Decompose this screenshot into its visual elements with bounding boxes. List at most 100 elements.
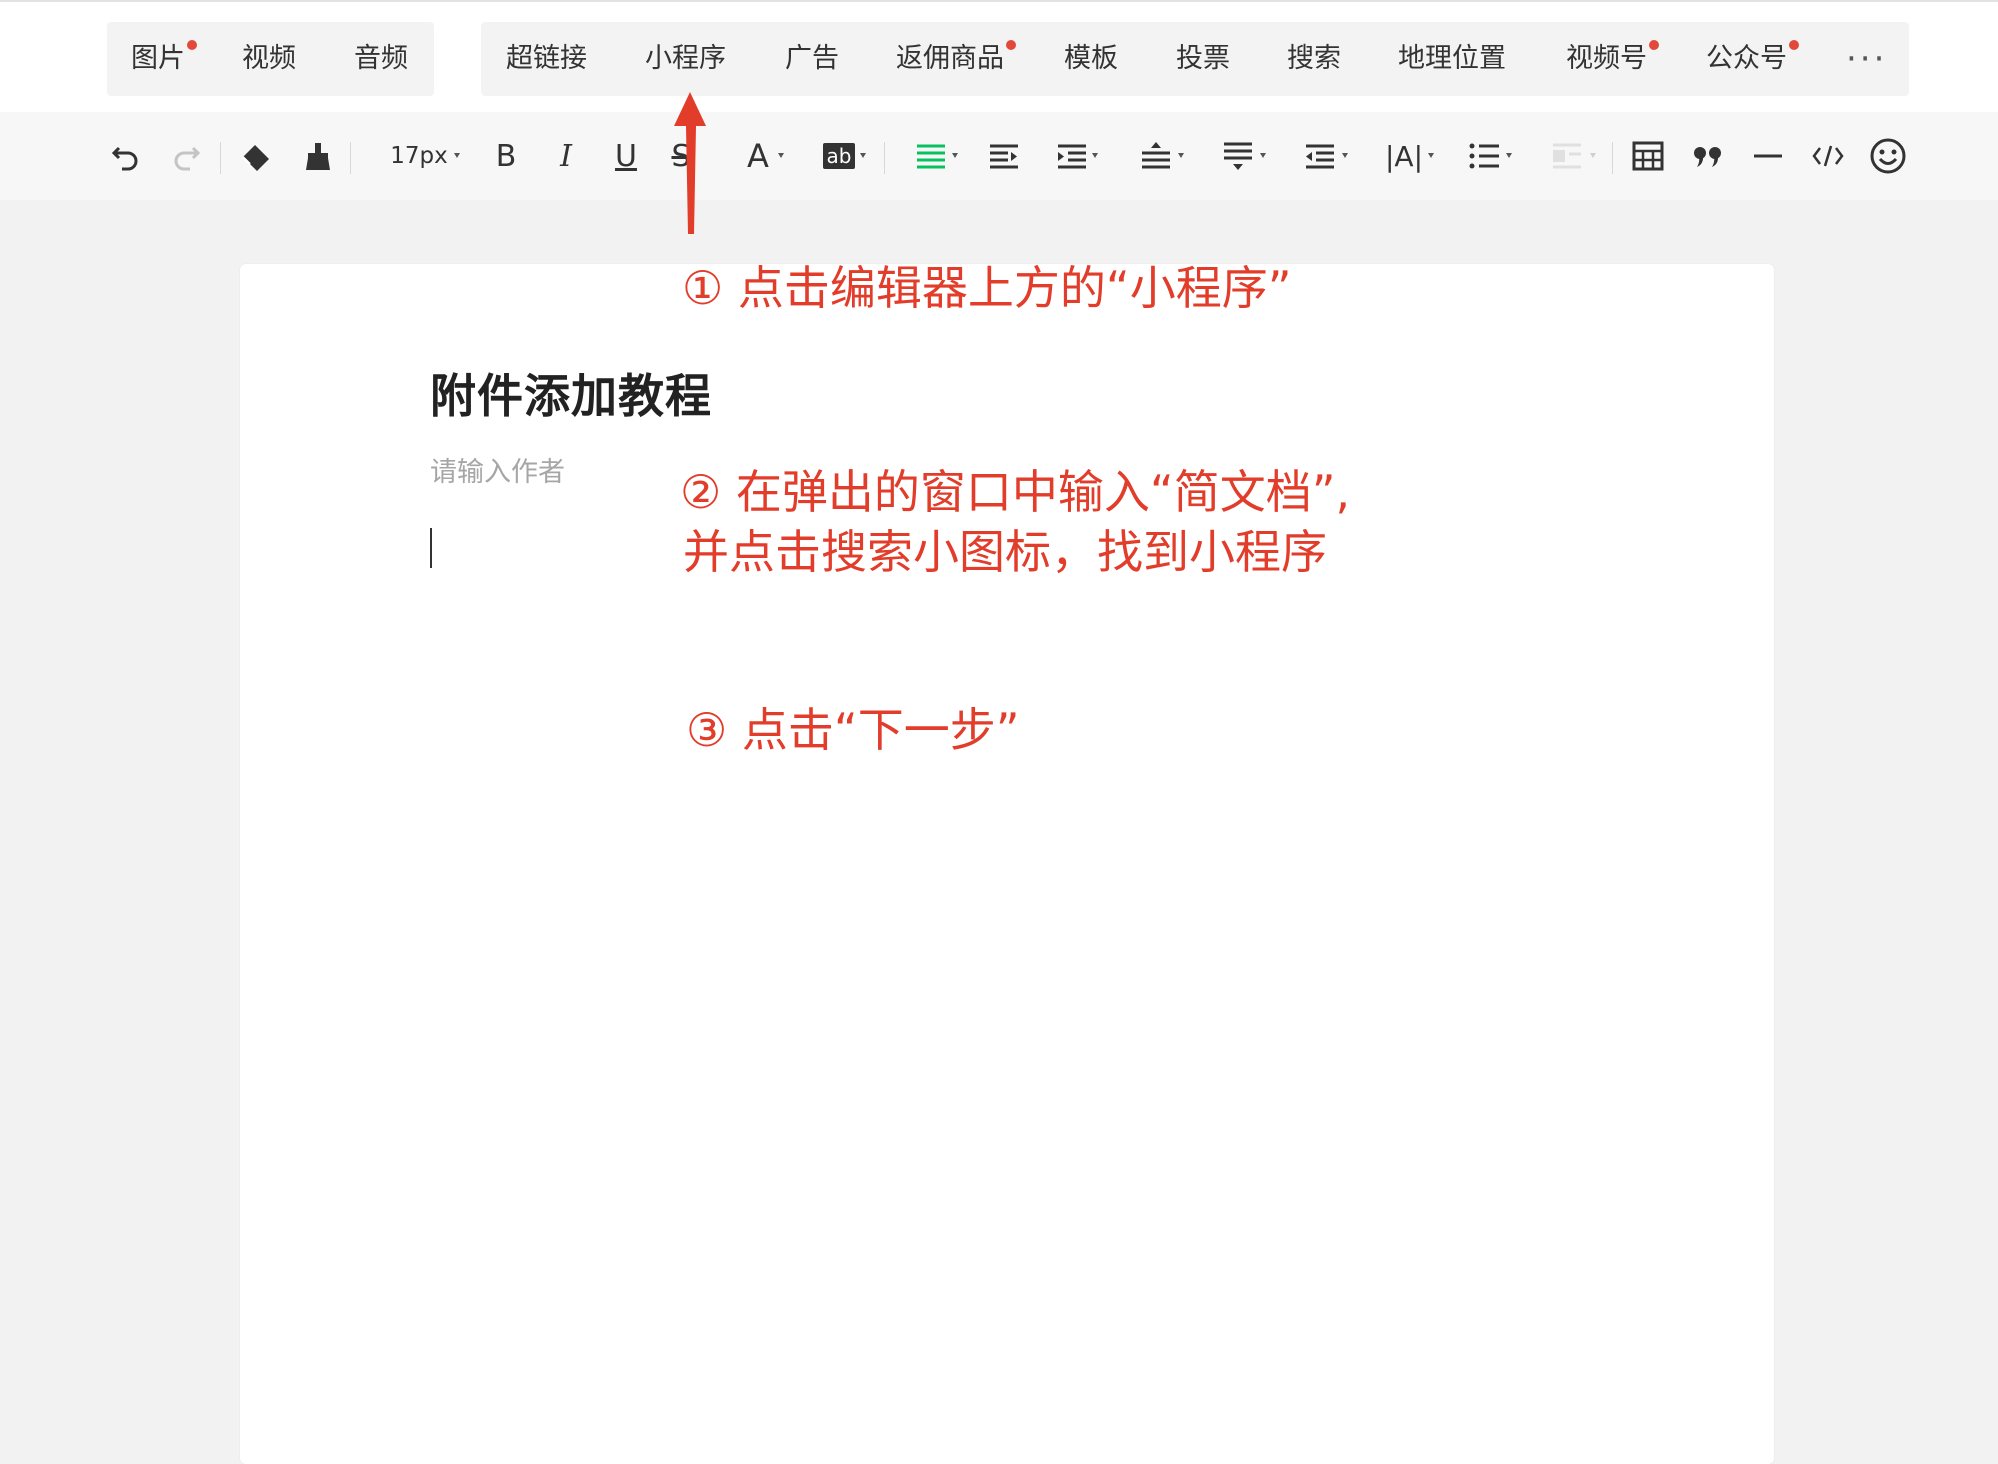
annotation-arrow-icon — [674, 92, 706, 234]
insert-location-button[interactable]: 地理位置 — [1398, 22, 1506, 96]
insert-image-label: 图片 — [131, 43, 185, 74]
insert-group-components: 超链接 小程序 广告 返佣商品 模板 投票 搜索 地理位置 视频号 公众号 ··… — [481, 22, 1909, 96]
chevron-down-icon — [778, 153, 784, 158]
undo-button[interactable] — [108, 134, 144, 178]
first-line-indent-button[interactable] — [1046, 134, 1098, 178]
insert-search-button[interactable]: 搜索 — [1287, 22, 1341, 96]
clear-format-icon — [242, 145, 269, 171]
emoji-button[interactable] — [1868, 134, 1908, 178]
insert-group-media: 图片 视频 音频 — [107, 22, 434, 96]
insert-channels-button[interactable]: 视频号 — [1566, 22, 1659, 96]
font-color-button[interactable]: A — [730, 134, 786, 178]
insert-video-label: 视频 — [242, 43, 296, 74]
code-button[interactable] — [1810, 134, 1846, 178]
insert-template-label: 模板 — [1064, 43, 1118, 74]
outdent-icon — [1306, 144, 1334, 169]
clear-format-button[interactable] — [236, 134, 276, 178]
annotation-step-2-line-1: ② 在弹出的窗口中输入“简文档”, — [680, 465, 1351, 519]
insert-hyperlink-button[interactable]: 超链接 — [506, 22, 587, 96]
new-badge-dot — [1649, 40, 1659, 50]
indent-button[interactable] — [986, 134, 1022, 178]
insert-commission-goods-button[interactable]: 返佣商品 — [896, 22, 1016, 96]
line-height-icon — [1142, 142, 1170, 169]
chevron-down-icon — [1260, 153, 1266, 158]
insert-hyperlink-label: 超链接 — [506, 43, 587, 74]
font-color-icon: A — [747, 137, 769, 175]
image-align-button[interactable] — [1538, 134, 1596, 178]
chevron-down-icon — [1178, 153, 1184, 158]
outdent-button[interactable] — [1292, 134, 1348, 178]
insert-commission-goods-label: 返佣商品 — [896, 43, 1004, 74]
font-size-value: 17px — [390, 143, 448, 169]
underline-button[interactable]: U — [610, 134, 642, 178]
quote-icon — [1694, 147, 1721, 167]
format-toolbar: 17px B I U S A ab |A| — [0, 112, 1998, 200]
italic-icon: I — [560, 138, 572, 174]
letter-spacing-icon: |A| — [1384, 139, 1424, 173]
first-line-indent-icon — [1058, 144, 1086, 169]
font-size-select[interactable]: 17px — [374, 134, 464, 178]
list-icon — [1469, 143, 1499, 169]
chevron-down-icon — [1506, 153, 1512, 158]
format-painter-icon — [306, 143, 330, 170]
chevron-down-icon — [952, 153, 958, 158]
table-icon — [1632, 141, 1664, 171]
background-color-icon: ab — [822, 143, 856, 169]
insert-bar: 图片 视频 音频 超链接 小程序 广告 返佣商品 模板 投票 搜索 地理位置 视… — [0, 0, 1998, 112]
background-color-button[interactable]: ab — [810, 134, 868, 178]
insert-search-label: 搜索 — [1287, 43, 1341, 74]
chevron-down-icon — [1342, 153, 1348, 158]
insert-audio-button[interactable]: 音频 — [354, 22, 408, 96]
toolbar-divider — [1612, 142, 1613, 174]
chevron-down-icon — [454, 153, 460, 158]
align-icon — [917, 144, 945, 169]
insert-ad-button[interactable]: 广告 — [785, 22, 839, 96]
toolbar-divider — [884, 142, 885, 174]
insert-channels-label: 视频号 — [1566, 43, 1647, 74]
redo-button[interactable] — [168, 134, 204, 178]
author-input[interactable]: 请输入作者 — [430, 450, 565, 489]
insert-miniprogram-label: 小程序 — [645, 43, 726, 74]
format-painter-button[interactable] — [298, 134, 338, 178]
insert-miniprogram-button[interactable]: 小程序 — [645, 22, 726, 96]
editor-canvas[interactable] — [240, 264, 1774, 1464]
paragraph-spacing-button[interactable] — [1210, 134, 1266, 178]
more-icon: ··· — [1846, 39, 1888, 79]
table-button[interactable] — [1630, 134, 1666, 178]
code-icon — [1812, 145, 1844, 167]
more-button[interactable]: ··· — [1846, 22, 1887, 96]
chevron-down-icon — [1428, 153, 1434, 158]
insert-image-button[interactable]: 图片 — [131, 22, 197, 96]
annotation-step-2-line-2: 并点击搜索小图标，找到小程序 — [683, 525, 1327, 579]
list-button[interactable] — [1458, 134, 1512, 178]
quote-button[interactable] — [1690, 134, 1726, 178]
underline-icon: U — [615, 138, 637, 174]
italic-button[interactable]: I — [550, 134, 582, 178]
insert-official-account-label: 公众号 — [1706, 43, 1787, 74]
emoji-icon — [1870, 138, 1906, 174]
insert-audio-label: 音频 — [354, 43, 408, 74]
letter-spacing-button[interactable]: |A| — [1374, 134, 1434, 178]
insert-template-button[interactable]: 模板 — [1064, 22, 1118, 96]
divider-button[interactable] — [1750, 134, 1786, 178]
bold-button[interactable]: B — [490, 134, 522, 178]
insert-video-button[interactable]: 视频 — [242, 22, 296, 96]
toolbar-divider — [220, 142, 221, 174]
divider-icon — [1754, 154, 1782, 158]
new-badge-dot — [1789, 40, 1799, 50]
insert-ad-label: 广告 — [785, 43, 839, 74]
chevron-down-icon — [1590, 153, 1596, 158]
undo-icon — [111, 146, 138, 171]
insert-vote-button[interactable]: 投票 — [1176, 22, 1230, 96]
chevron-down-icon — [1092, 153, 1098, 158]
align-button[interactable] — [904, 134, 958, 178]
text-cursor — [430, 528, 432, 568]
annotation-step-3: ③ 点击“下一步” — [686, 703, 1020, 757]
article-title[interactable]: 附件添加教程 — [430, 360, 712, 426]
line-height-button[interactable] — [1128, 134, 1184, 178]
paragraph-spacing-icon — [1224, 142, 1252, 170]
new-badge-dot — [1006, 40, 1016, 50]
toolbar-divider — [350, 142, 351, 174]
bold-icon: B — [495, 138, 517, 174]
insert-official-account-button[interactable]: 公众号 — [1706, 22, 1799, 96]
